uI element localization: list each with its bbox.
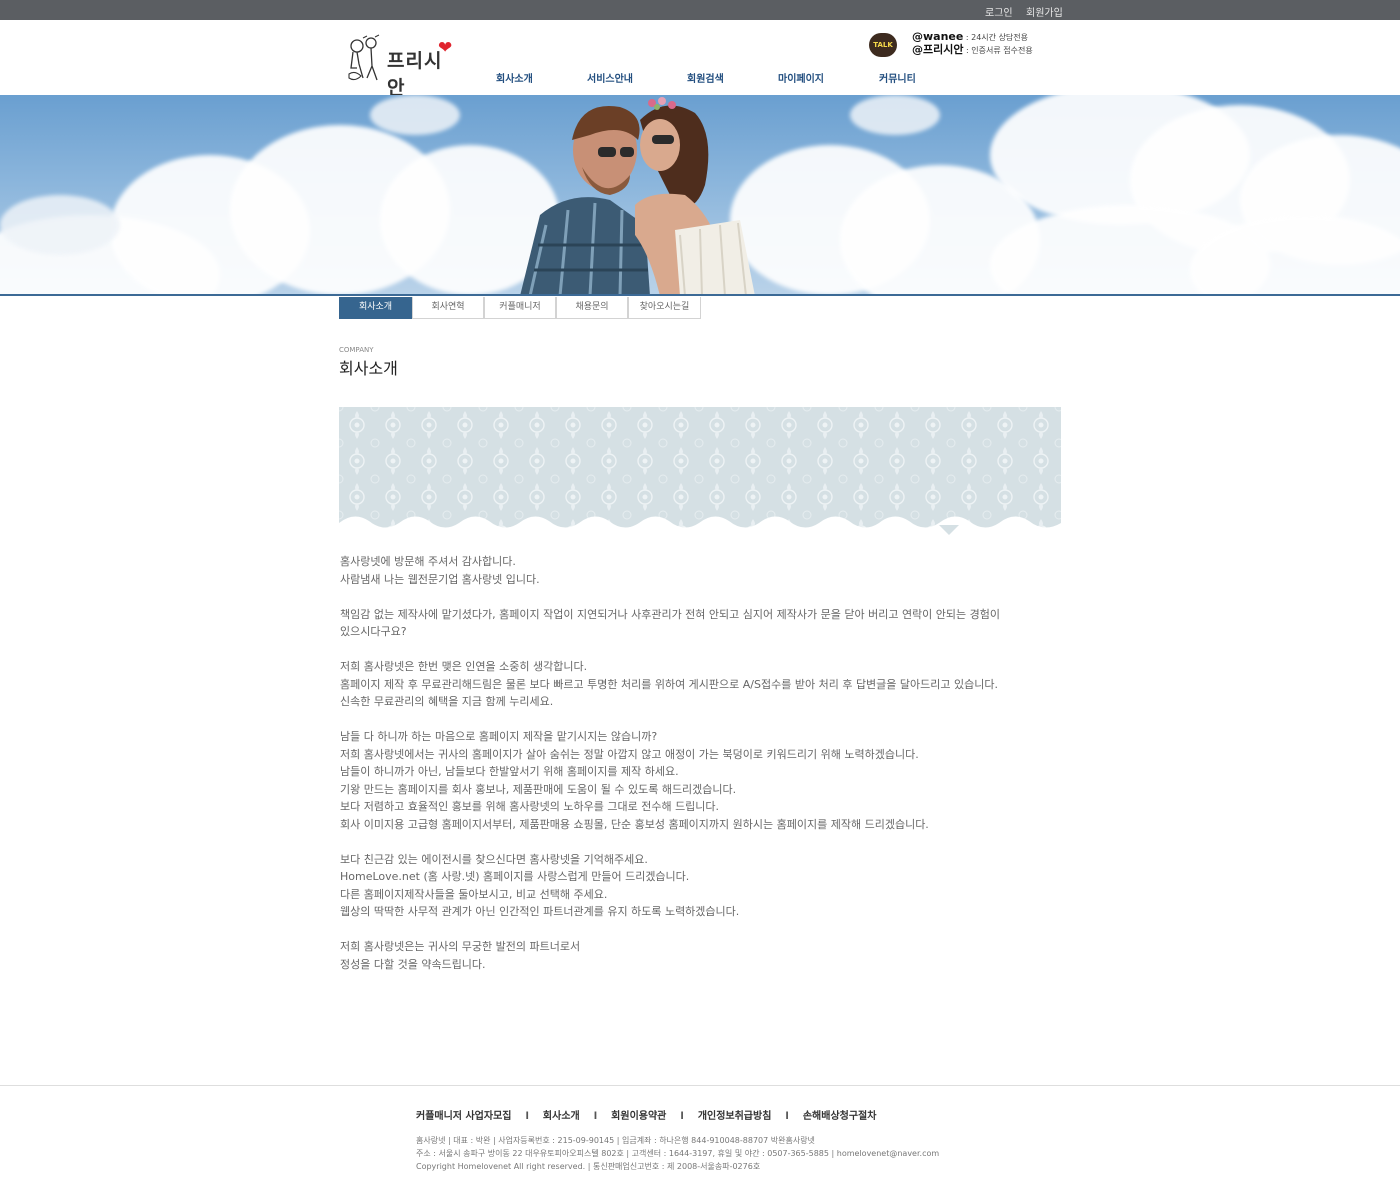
company-intro-text: 홈사랑넷에 방문해 주셔서 감사합니다. 사람냄새 나는 웹전문기업 홈사랑넷 … <box>340 553 1062 973</box>
footer-company-info: 홈사랑넷 | 대표 : 박완 | 사업자등록번호 : 215-09-90145 … <box>416 1136 815 1145</box>
paragraph-line: 회사 이미지용 고급형 홈페이지서부터, 제품판매용 쇼핑몰, 단순 홍보성 홈… <box>340 817 929 831</box>
heart-icon: ❤ <box>438 38 453 58</box>
paragraph-line: 보다 저렴하고 효율적인 홍보를 위해 홈사랑넷의 노하우를 그대로 전수해 드… <box>340 800 720 813</box>
paragraph-line: 저희 홈사랑넷에서는 귀사의 홈페이지가 살아 숨쉬는 정말 아깝지 않고 애정… <box>340 747 919 761</box>
nav-community[interactable]: 커뮤니티 <box>879 70 916 85</box>
footer-link-damages[interactable]: 손해배상청구절차 <box>803 1111 877 1122</box>
kakao-account-2: @프리시안 : 인증서류 접수전용 <box>912 43 1033 56</box>
paragraph-line: 남들 다 하니까 하는 마음으로 홈페이지 제작을 맡기시지는 않습니까? <box>340 730 658 743</box>
subtab-company[interactable]: 회사소개 <box>339 297 412 319</box>
join-link[interactable]: 회원가입 <box>1026 4 1063 19</box>
paragraph-line: 저희 홈사랑넷은는 귀사의 무궁한 발전의 파트너로서 <box>340 940 581 953</box>
page-title: 회사소개 <box>339 359 398 378</box>
footer-copyright: Copyright Homelovenet All right reserved… <box>416 1162 761 1171</box>
footer-link-company[interactable]: 회사소개 <box>543 1111 580 1122</box>
page-title-en: COMPANY <box>339 346 374 354</box>
footer-address: 주소 : 서울시 송파구 방이동 22 대우유토피아오피스텔 802호 | 고객… <box>416 1149 940 1158</box>
footer-divider <box>0 1085 1400 1086</box>
paragraph-line: 저희 홈사랑넷은 한번 맺은 인연을 소중히 생각합니다. <box>340 660 588 673</box>
nav-mypage[interactable]: 마이페이지 <box>778 70 824 85</box>
paragraph-line: 웹상의 딱딱한 사무적 관계가 아닌 인간적인 파트너관계를 유지 하도록 노력… <box>340 905 740 918</box>
couple-photo <box>520 97 755 294</box>
paragraph-line: 보다 친근감 있는 에이전시를 찾으신다면 홈사랑넷을 기억해주세요. <box>340 852 648 866</box>
footer-link-manager-recruit[interactable]: 커플매니저 사업자모집 <box>416 1111 511 1122</box>
hero-banner <box>0 95 1400 296</box>
top-utility-bar: 로그인 회원가입 <box>0 0 1400 20</box>
subtab-directions[interactable]: 찾아오시는길 <box>628 297 701 319</box>
paragraph-line: 기왕 만드는 홈페이지를 회사 홍보나, 제품판매에 도움이 될 수 있도록 해… <box>340 782 737 796</box>
site-header: 프리시안 ❤ TALK @wanee : 24시간 상담전용 @프리시안 : 인… <box>0 20 1400 99</box>
subtab-couple-manager[interactable]: 커플매니저 <box>484 297 556 319</box>
paragraph-line: 남들이 하니까가 아닌, 남들보다 한발앞서기 위해 홈페이지를 제작 하세요. <box>340 765 679 778</box>
paragraph-line: 홈사랑넷에 방문해 주셔서 감사합니다. <box>340 555 516 568</box>
paragraph-line: 다른 홈페이지제작사들을 둘아보시고, 비교 선택해 주세요. <box>340 887 608 901</box>
lace-banner-image <box>339 407 1061 535</box>
subtab-recruit[interactable]: 채용문의 <box>556 297 628 319</box>
site-logo[interactable]: 프리시안 ❤ <box>345 34 460 99</box>
nav-service[interactable]: 서비스안내 <box>587 70 633 85</box>
nav-company[interactable]: 회사소개 <box>496 70 533 85</box>
footer-link-privacy[interactable]: 개인정보취급방침 <box>698 1111 772 1122</box>
login-link[interactable]: 로그인 <box>985 4 1013 19</box>
paragraph-line: 책임감 없는 제작사에 맡기셨다가, 홈페이지 작업이 지연되거나 사후관리가 … <box>340 607 1001 621</box>
footer-link-terms[interactable]: 회원이용약관 <box>611 1111 666 1122</box>
paragraph-line: 신속한 무료관리의 혜택을 지금 함께 누리세요. <box>340 695 554 708</box>
subtab-history[interactable]: 회사연혁 <box>412 297 484 319</box>
paragraph-line: 홈페이지 제작 후 무료관리해드림은 물론 보다 빠르고 투명한 처리를 위하여… <box>340 677 998 691</box>
paragraph-line: 정성을 다할 것을 약속드립니다. <box>340 957 486 971</box>
kakao-talk-icon: TALK <box>869 33 897 57</box>
paragraph-line: HomeLove.net (홈 사랑.넷) 홈페이지를 사랑스럽게 만들어 드리… <box>340 870 690 883</box>
paragraph-line: 사람냄새 나는 웹전문기업 홈사랑넷 입니다. <box>340 572 540 586</box>
footer-nav: 커플매니저 사업자모집 l 회사소개 l 회원이용약관 l 개인정보취급방침 l 손해배상청구절… <box>416 1111 877 1122</box>
nav-member-search[interactable]: 회원검색 <box>687 70 724 85</box>
paragraph-line: 있으시다구요? <box>340 625 407 638</box>
logo-illustration <box>348 34 380 81</box>
